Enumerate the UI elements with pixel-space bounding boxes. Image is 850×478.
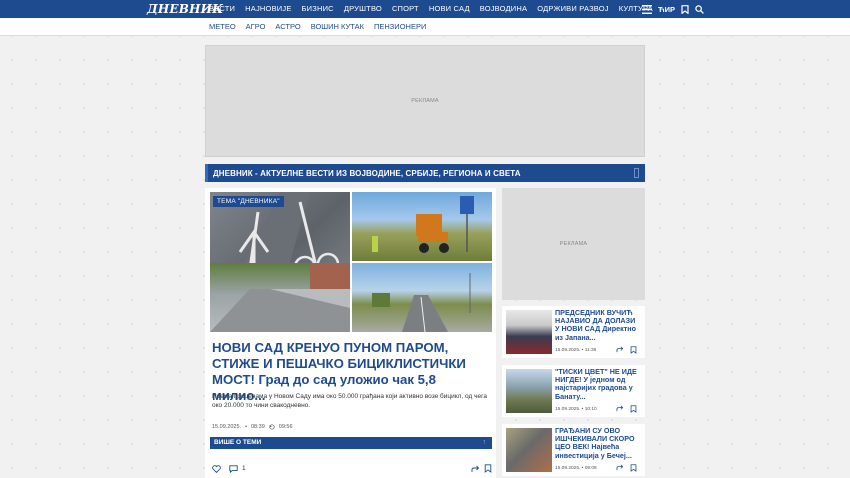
nav-item-odrzivi-razvoj[interactable]: ОДРЖИВИ РАЗВОЈ (537, 0, 609, 18)
news-thumbnail[interactable] (506, 428, 552, 472)
news-time: 11:36 (584, 348, 597, 353)
nav-item-sport[interactable]: СПОРТ (392, 0, 419, 18)
photo-paving-stones (210, 263, 350, 332)
top-navigation-bar: ДНЕВНИК ВЕСТИ НАЈНОВИЈЕ БИЗНИС ДРУШТВО С… (0, 0, 850, 18)
subnav-item-vosin-kutak[interactable]: ВОШИН КУТАК (311, 18, 364, 35)
section-banner: ДНЕВНИК - АКТУЕЛНЕ ВЕСТИ ИЗ ВОЈВОДИНЕ, С… (205, 164, 645, 182)
ad-label: РЕКЛАМА (559, 241, 588, 247)
menu-icon[interactable] (642, 4, 652, 14)
photo-bike-path (352, 263, 492, 332)
article-updated-time: 09:56 (278, 424, 293, 430)
photo-construction-site (352, 192, 492, 261)
news-thumbnail[interactable] (506, 310, 552, 354)
nav-item-novi-sad[interactable]: НОВИ САД (429, 0, 470, 18)
subnav-item-meteo[interactable]: МЕТЕО (209, 18, 236, 35)
article-photo-collage[interactable] (210, 192, 492, 332)
article-meta: 15.09.2025. • 08:39 09:56 (212, 424, 293, 430)
like-heart-icon[interactable] (212, 464, 221, 473)
nav-icons: ЋИР (642, 0, 704, 18)
news-title[interactable]: ГРАЂАНИ СУ ОВО ИШЧЕКИВАЛИ СКОРО ЦЕО ВЕК!… (555, 426, 641, 460)
nav-item-drustvo[interactable]: ДРУШТВО (344, 0, 382, 18)
share-icon[interactable] (616, 405, 624, 412)
nav-item-biznis[interactable]: БИЗНИС (302, 0, 334, 18)
bookmark-icon[interactable] (630, 346, 637, 354)
ad-banner-top[interactable]: РЕКЛАМА (205, 45, 645, 157)
side-news-item[interactable]: ГРАЂАНИ СУ ОВО ИШЧЕКИВАЛИ СКОРО ЦЕО ВЕК!… (502, 424, 645, 476)
news-time: 09:08 (584, 466, 597, 471)
arrow-up-icon: ↑ (482, 439, 487, 446)
bookmark-icon[interactable] (630, 405, 637, 413)
banner-accent (205, 164, 208, 182)
main-article-card[interactable]: ТЕМА "ДНЕВНИКА" НОВИ САД КРЕНУО ПУНОМ ПА… (205, 188, 496, 478)
nav-item-vesti[interactable]: ВЕСТИ (209, 0, 235, 18)
meta-separator: • (245, 424, 247, 430)
bookmark-icon[interactable] (484, 464, 492, 473)
share-icon[interactable] (616, 464, 624, 471)
main-nav: ВЕСТИ НАЈНОВИЈЕ БИЗНИС ДРУШТВО СПОРТ НОВ… (209, 0, 653, 18)
comment-count: 1 (242, 465, 246, 472)
share-icon[interactable] (616, 346, 624, 353)
script-toggle[interactable]: ЋИР (658, 5, 675, 14)
bookmark-tab-icon (634, 168, 639, 178)
share-icon[interactable] (471, 465, 480, 473)
bookmark-icon[interactable] (630, 464, 637, 472)
article-lead: Према проценама у Новом Саду има око 50.… (212, 393, 487, 409)
secondary-nav: МЕТЕО АГРО АСТРО ВОШИН КУТАК ПЕНЗИОНЕРИ (0, 18, 850, 36)
news-timestamp: 15.09.2025. • 09:08 (555, 466, 597, 471)
more-on-topic-label: ВИШЕ О ТЕМИ (214, 439, 262, 446)
article-time: 08:39 (251, 424, 265, 430)
subnav-item-astro[interactable]: АСТРО (275, 18, 300, 35)
news-timestamp: 15.09.2025. • 10:10 (555, 407, 597, 412)
article-date: 15.09.2025. (212, 424, 242, 430)
topic-tag[interactable]: ТЕМА "ДНЕВНИКА" (213, 196, 284, 207)
section-title: ДНЕВНИК - АКТУЕЛНЕ ВЕСТИ ИЗ ВОЈВОДИНЕ, С… (213, 168, 521, 178)
nav-item-najnovije[interactable]: НАЈНОВИЈЕ (245, 0, 291, 18)
search-icon[interactable] (695, 4, 704, 14)
news-thumbnail[interactable] (506, 369, 552, 413)
subnav-item-penzioneri[interactable]: ПЕНЗИОНЕРИ (374, 18, 426, 35)
ad-label: РЕКЛАМА (411, 98, 439, 104)
news-title[interactable]: ПРЕДСЕДНИК ВУЧИЋ НАЈАВИО ДА ДОЛАЗИ У НОВ… (555, 308, 641, 342)
news-date: 15.09.2025. (555, 466, 581, 471)
side-news-item[interactable]: ПРЕДСЕДНИК ВУЧИЋ НАЈАВИО ДА ДОЛАЗИ У НОВ… (502, 306, 645, 358)
nav-item-vojvodina[interactable]: ВОЈВОДИНА (480, 0, 527, 18)
side-news-item[interactable]: "ТИСКИ ЦВЕТ" НЕ ИДЕ НИГДЕ! У једном од н… (502, 365, 645, 417)
more-on-topic-button[interactable]: ВИШЕ О ТЕМИ ↑ (210, 437, 492, 449)
article-actions: 1 (212, 464, 492, 473)
news-timestamp: 15.09.2025. • 11:36 (555, 348, 597, 353)
update-icon (269, 424, 275, 430)
news-date: 15.09.2025. (555, 348, 581, 353)
news-date: 15.09.2025. (555, 407, 581, 412)
comment-icon[interactable] (229, 464, 238, 473)
ad-banner-side[interactable]: РЕКЛАМА (502, 188, 645, 300)
subnav-item-agro[interactable]: АГРО (246, 18, 266, 35)
news-time: 10:10 (584, 407, 597, 412)
news-title[interactable]: "ТИСКИ ЦВЕТ" НЕ ИДЕ НИГДЕ! У једном од н… (555, 367, 641, 401)
bookmark-icon[interactable] (681, 4, 689, 14)
